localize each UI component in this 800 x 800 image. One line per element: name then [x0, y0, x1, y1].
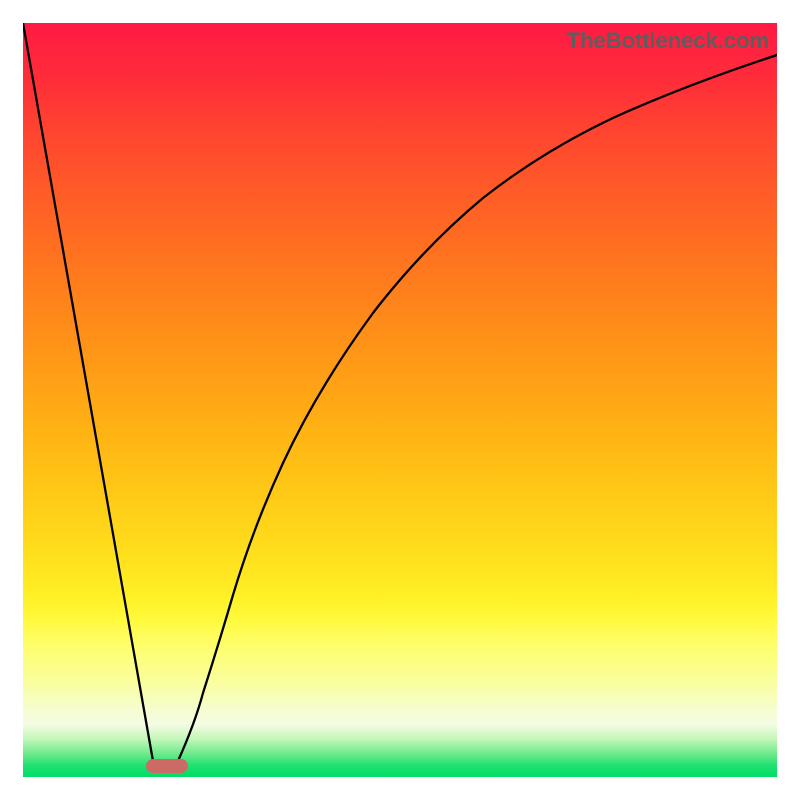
right-curve: [178, 55, 777, 761]
left-line: [23, 23, 153, 761]
bottleneck-marker: [146, 759, 188, 773]
plot-area: TheBottleneck.com: [23, 23, 777, 777]
chart-container: TheBottleneck.com: [0, 0, 800, 800]
watermark-text: TheBottleneck.com: [567, 28, 769, 54]
chart-curves: [23, 23, 777, 777]
